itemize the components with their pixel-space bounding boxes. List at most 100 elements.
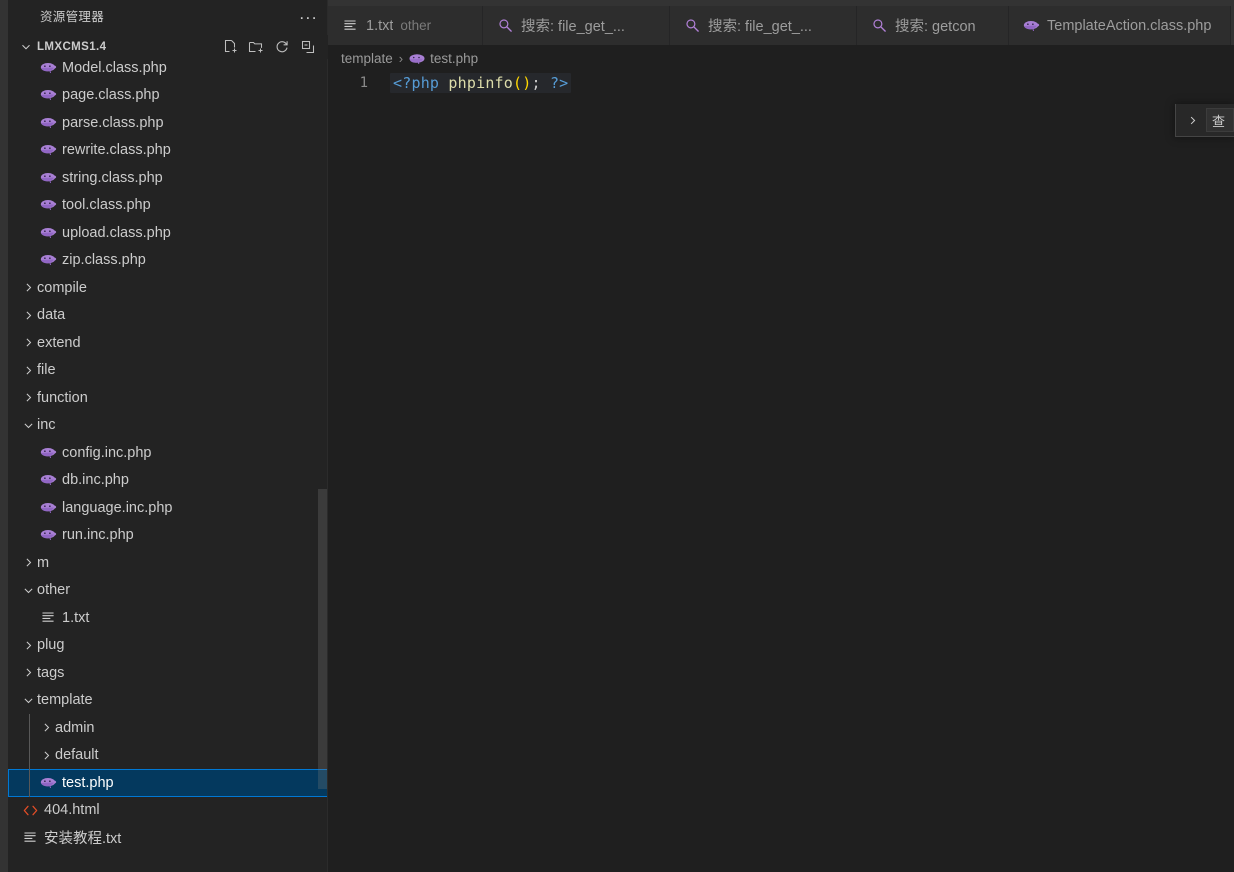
php-icon bbox=[38, 89, 58, 101]
tree-row-label: data bbox=[37, 307, 66, 324]
editor-tab[interactable]: 搜索: getcon bbox=[857, 6, 1009, 45]
tree-row[interactable]: zip.class.php bbox=[8, 247, 328, 275]
tree-row[interactable]: extend bbox=[8, 329, 328, 357]
tree-row-label: test.php bbox=[62, 774, 114, 791]
tree-row-label: file bbox=[37, 362, 56, 379]
folder-section-header[interactable]: LMXCMS1.4 bbox=[8, 35, 328, 59]
search-icon bbox=[496, 18, 514, 33]
tree-row[interactable]: 安装教程.txt bbox=[8, 824, 328, 852]
tree-row[interactable]: language.inc.php bbox=[8, 494, 328, 522]
tree-row-label: 1.txt bbox=[62, 609, 90, 626]
editor-tab-label: 搜索: file_get_... bbox=[708, 19, 812, 35]
tree-row[interactable]: rewrite.class.php bbox=[8, 137, 328, 165]
html-icon bbox=[20, 804, 40, 817]
text-file-icon bbox=[38, 610, 58, 625]
tree-row[interactable]: db.inc.php bbox=[8, 467, 328, 495]
tree-row-label: function bbox=[37, 389, 88, 406]
tree-row-label: string.class.php bbox=[62, 169, 163, 186]
code-content[interactable]: <?php phpinfo(); ?> bbox=[390, 72, 572, 93]
chevron-right-icon[interactable] bbox=[1182, 115, 1202, 126]
tree-row[interactable]: 1.txt bbox=[8, 604, 328, 632]
tree-row-label: Model.class.php bbox=[62, 59, 167, 76]
editor-tab[interactable]: 1.txt other bbox=[328, 6, 483, 45]
collapse-all-icon[interactable] bbox=[300, 39, 316, 55]
editor-tab[interactable]: 搜索: file_get_... bbox=[483, 6, 670, 45]
tree-row-label: tags bbox=[37, 664, 65, 681]
code-space-2 bbox=[541, 74, 550, 92]
chevron-right-icon[interactable] bbox=[20, 281, 37, 294]
find-input[interactable]: 查 bbox=[1206, 108, 1234, 132]
tree-row[interactable]: tool.class.php bbox=[8, 192, 328, 220]
tree-row[interactable]: template bbox=[8, 687, 328, 715]
refresh-icon[interactable] bbox=[274, 39, 290, 55]
tree-row-label: inc bbox=[37, 417, 56, 434]
explorer-title: 资源管理器 bbox=[40, 10, 105, 24]
php-icon bbox=[38, 62, 58, 74]
chevron-right-icon[interactable] bbox=[20, 309, 37, 322]
tree-row[interactable]: default bbox=[8, 742, 328, 770]
tree-row-label: compile bbox=[37, 279, 87, 296]
new-file-icon[interactable] bbox=[222, 39, 238, 55]
editor-tab[interactable]: TemplateAction.class.php bbox=[1009, 6, 1231, 45]
php-icon bbox=[38, 254, 58, 266]
chevron-right-icon[interactable] bbox=[20, 336, 37, 349]
php-icon bbox=[38, 199, 58, 211]
tree-row-label: db.inc.php bbox=[62, 472, 129, 489]
tree-row-label: extend bbox=[37, 334, 81, 351]
search-icon bbox=[683, 18, 701, 33]
new-folder-icon[interactable] bbox=[248, 39, 264, 55]
tree-row[interactable]: function bbox=[8, 384, 328, 412]
tree-row[interactable]: Model.class.php bbox=[8, 59, 328, 82]
php-icon bbox=[1022, 20, 1040, 32]
tree-row-selected[interactable]: test.php bbox=[8, 769, 328, 797]
chevron-down-icon[interactable] bbox=[20, 694, 37, 707]
chevron-right-icon[interactable] bbox=[20, 666, 37, 679]
chevron-right-icon[interactable] bbox=[20, 364, 37, 377]
tree-row-label: page.class.php bbox=[62, 87, 160, 104]
tree-row[interactable]: admin bbox=[8, 714, 328, 742]
tree-row[interactable]: file bbox=[8, 357, 328, 385]
tree-row-label: upload.class.php bbox=[62, 224, 171, 241]
breadcrumb: template › test.php bbox=[328, 45, 1234, 71]
editor-tab[interactable]: 搜索: file_get_... bbox=[670, 6, 857, 45]
chevron-right-icon[interactable] bbox=[20, 556, 37, 569]
activity-bar-strip bbox=[0, 0, 8, 872]
tree-row[interactable]: plug bbox=[8, 632, 328, 660]
tree-row[interactable]: page.class.php bbox=[8, 82, 328, 110]
explorer-title-bar: 资源管理器 ... bbox=[8, 0, 328, 35]
code-editor[interactable]: 1 <?php phpinfo(); ?> 查 bbox=[328, 71, 1234, 872]
tree-row[interactable]: data bbox=[8, 302, 328, 330]
tree-row[interactable]: m bbox=[8, 549, 328, 577]
php-icon bbox=[38, 502, 58, 514]
find-widget[interactable]: 查 bbox=[1175, 104, 1234, 137]
tree-row[interactable]: inc bbox=[8, 412, 328, 440]
chevron-down-icon[interactable] bbox=[20, 419, 37, 432]
tree-row[interactable]: parse.class.php bbox=[8, 109, 328, 137]
explorer-actions bbox=[222, 39, 320, 55]
chevron-right-icon[interactable] bbox=[38, 721, 55, 734]
tree-row[interactable]: compile bbox=[8, 274, 328, 302]
chevron-right-icon[interactable] bbox=[38, 749, 55, 762]
tree-row[interactable]: 404.html bbox=[8, 797, 328, 825]
tree-row[interactable]: tags bbox=[8, 659, 328, 687]
file-tree[interactable]: Model.class.php page.class.php parse.class… bbox=[8, 59, 328, 872]
tree-row-label: language.inc.php bbox=[62, 499, 173, 516]
tree-row[interactable]: string.class.php bbox=[8, 164, 328, 192]
tree-row[interactable]: other bbox=[8, 577, 328, 605]
explorer-more-actions-icon[interactable]: ... bbox=[299, 5, 318, 26]
tree-row-label: tool.class.php bbox=[62, 197, 151, 214]
breadcrumb-file[interactable]: test.php bbox=[409, 51, 478, 66]
chevron-right-icon[interactable] bbox=[20, 391, 37, 404]
chevron-down-icon[interactable] bbox=[20, 584, 37, 597]
editor-tab-bar[interactable]: 1.txt other 搜索: file_get_... 搜索: file_get_.… bbox=[328, 6, 1234, 45]
text-file-icon bbox=[341, 18, 359, 33]
chevron-right-icon[interactable] bbox=[20, 639, 37, 652]
breadcrumb-folder[interactable]: template bbox=[341, 51, 393, 66]
tree-row[interactable]: config.inc.php bbox=[8, 439, 328, 467]
tree-row-label: run.inc.php bbox=[62, 527, 134, 544]
tree-row[interactable]: upload.class.php bbox=[8, 219, 328, 247]
chevron-down-icon[interactable] bbox=[18, 39, 34, 55]
editor-tab-label: 搜索: file_get_... bbox=[521, 19, 625, 35]
breadcrumb-separator-icon: › bbox=[398, 50, 404, 66]
tree-row[interactable]: run.inc.php bbox=[8, 522, 328, 550]
